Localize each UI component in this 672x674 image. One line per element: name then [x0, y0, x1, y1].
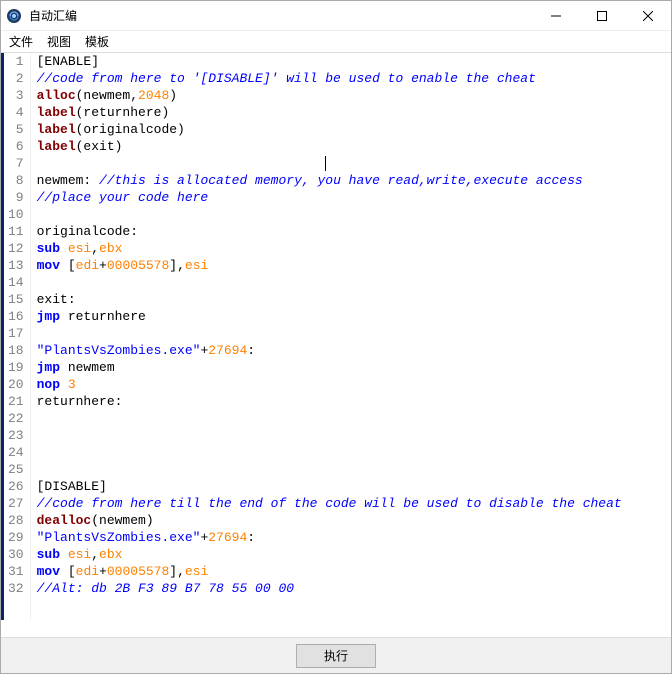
code-line[interactable]: [37, 444, 622, 461]
code-line[interactable]: [37, 427, 622, 444]
code-line[interactable]: originalcode:: [37, 223, 622, 240]
window-controls: [533, 1, 671, 31]
menu-view[interactable]: 视图: [47, 33, 71, 50]
code-line[interactable]: [DISABLE]: [37, 478, 622, 495]
window-title: 自动汇编: [29, 7, 533, 24]
menubar: 文件 视图 模板: [1, 31, 671, 53]
menu-template[interactable]: 模板: [85, 33, 109, 50]
maximize-button[interactable]: [579, 1, 625, 31]
code-line[interactable]: mov [edi+00005578],esi: [37, 563, 622, 580]
code-line[interactable]: exit:: [37, 291, 622, 308]
app-icon: [5, 7, 23, 25]
line-gutter: 1234567891011121314151617181920212223242…: [4, 53, 31, 620]
text-caret: [325, 156, 326, 171]
code-line[interactable]: //code from here to '[DISABLE]' will be …: [37, 70, 622, 87]
horizontal-scrollbar[interactable]: [1, 620, 671, 637]
code-line[interactable]: "PlantsVsZombies.exe"+27694:: [37, 529, 622, 546]
code-line[interactable]: [ENABLE]: [37, 53, 622, 70]
code-line[interactable]: jmp returnhere: [37, 308, 622, 325]
code-line[interactable]: sub esi,ebx: [37, 546, 622, 563]
code-line[interactable]: [37, 274, 622, 291]
code-line[interactable]: [37, 410, 622, 427]
code-line[interactable]: nop 3: [37, 376, 622, 393]
code-line[interactable]: //place your code here: [37, 189, 622, 206]
code-line[interactable]: label(originalcode): [37, 121, 622, 138]
code-line[interactable]: [37, 206, 622, 223]
code-line[interactable]: [37, 155, 622, 172]
code-line[interactable]: //Alt: db 2B F3 89 B7 78 55 00 00: [37, 580, 622, 597]
code-line[interactable]: "PlantsVsZombies.exe"+27694:: [37, 342, 622, 359]
code-line[interactable]: newmem: //this is allocated memory, you …: [37, 172, 622, 189]
code-line[interactable]: dealloc(newmem): [37, 512, 622, 529]
code-line[interactable]: //code from here till the end of the cod…: [37, 495, 622, 512]
titlebar: 自动汇编: [1, 1, 671, 31]
execute-button[interactable]: 执行: [296, 644, 376, 668]
code-area[interactable]: [ENABLE]//code from here to '[DISABLE]' …: [31, 53, 628, 620]
menu-file[interactable]: 文件: [9, 33, 33, 50]
code-line[interactable]: jmp newmem: [37, 359, 622, 376]
close-button[interactable]: [625, 1, 671, 31]
code-line[interactable]: [37, 325, 622, 342]
code-line[interactable]: label(exit): [37, 138, 622, 155]
code-line[interactable]: [37, 461, 622, 478]
code-line[interactable]: sub esi,ebx: [37, 240, 622, 257]
editor-wrap: 1234567891011121314151617181920212223242…: [1, 53, 671, 637]
minimize-button[interactable]: [533, 1, 579, 31]
code-editor[interactable]: 1234567891011121314151617181920212223242…: [1, 53, 671, 620]
code-line[interactable]: label(returnhere): [37, 104, 622, 121]
code-line[interactable]: mov [edi+00005578],esi: [37, 257, 622, 274]
bottom-bar: 执行: [1, 637, 671, 673]
code-line[interactable]: returnhere:: [37, 393, 622, 410]
code-line[interactable]: alloc(newmem,2048): [37, 87, 622, 104]
